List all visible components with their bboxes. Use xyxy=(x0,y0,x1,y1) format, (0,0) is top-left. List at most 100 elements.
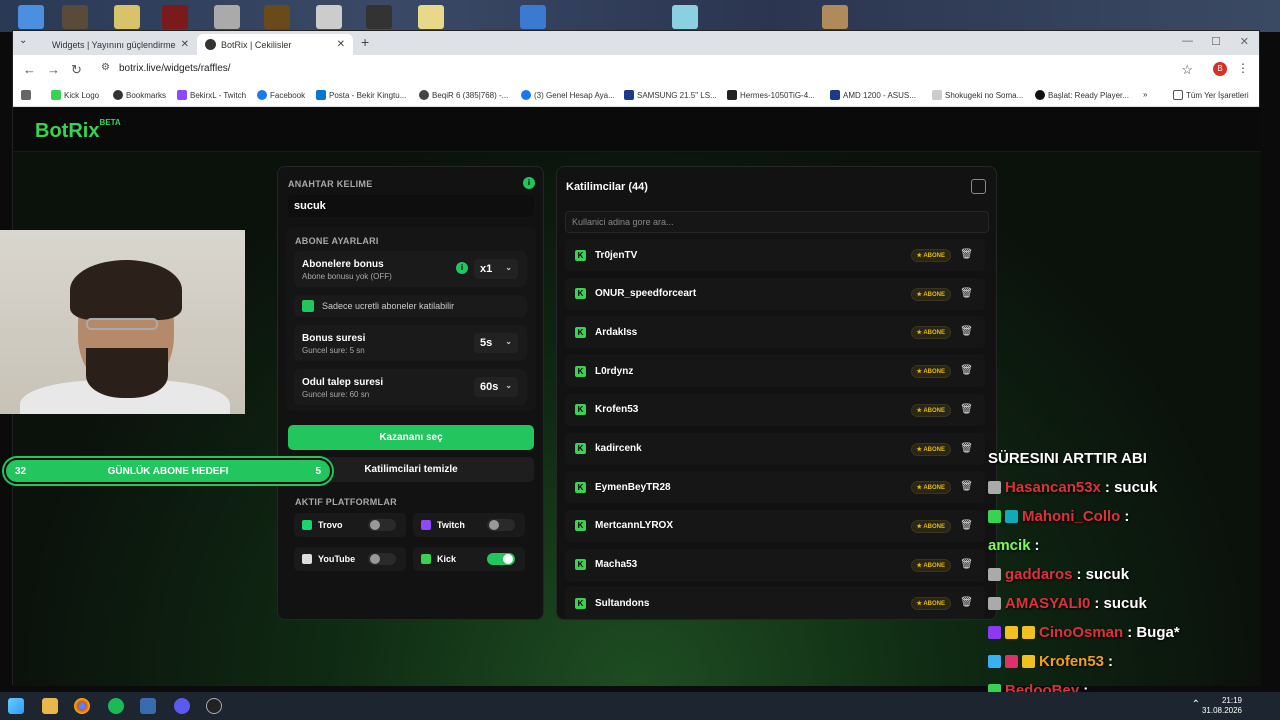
minimize-icon[interactable]: — xyxy=(1182,35,1193,47)
close-icon[interactable]: ✕ xyxy=(181,39,189,50)
sub-goal-bar: 32 GÜNLÜK ABONE HEDEFI 5 xyxy=(4,458,332,484)
desktop-icon[interactable] xyxy=(418,5,444,29)
desktop-icon[interactable] xyxy=(162,5,188,29)
goal-label: GÜNLÜK ABONE HEDEFI xyxy=(107,466,229,477)
copy-icon[interactable] xyxy=(971,179,986,194)
desktop-icon[interactable] xyxy=(18,5,44,29)
subscriber-badge: ★ ABONE xyxy=(910,326,951,340)
trash-icon[interactable]: 🗑 xyxy=(960,559,973,570)
bookmark-star-icon[interactable]: ☆ xyxy=(1181,62,1193,78)
desktop-icon[interactable] xyxy=(316,5,342,29)
claim-time-select[interactable]: 60s ⌄ xyxy=(474,377,518,397)
trash-icon[interactable]: 🗑 xyxy=(960,365,973,376)
kick-toggle[interactable] xyxy=(487,553,515,565)
bookmarks-bar: Kick Logo Bookmarks BekirxL - Twitch Fac… xyxy=(13,85,1259,107)
kick-icon xyxy=(421,554,431,564)
trash-icon[interactable]: 🗑 xyxy=(960,443,973,454)
bonus-time-select[interactable]: 5s ⌄ xyxy=(474,333,518,353)
desktop-icon[interactable] xyxy=(214,5,240,29)
bookmark-item[interactable]: BekirxL - Twitch xyxy=(177,90,246,100)
desktop-icon[interactable] xyxy=(366,5,392,29)
menu-icon[interactable]: ⋮ xyxy=(1237,61,1249,75)
paid-only-label: Sadece ucretli aboneler katilabilir xyxy=(322,301,455,311)
bonus-time-subtitle: Guncel sure: 5 sn xyxy=(302,346,365,355)
info-icon[interactable]: i xyxy=(456,262,468,274)
url-field[interactable]: botrix.live/widgets/raffles/ xyxy=(119,63,231,74)
all-bookmarks-folder[interactable]: Tüm Yer İşaretleri xyxy=(1173,90,1249,100)
desktop-icon[interactable] xyxy=(62,5,88,29)
subscriber-badge: ★ ABONE xyxy=(910,403,951,417)
app-icon[interactable] xyxy=(206,698,222,714)
trash-icon[interactable]: 🗑 xyxy=(960,481,973,492)
desktop-background xyxy=(0,0,1280,32)
platform-trovo: Trovo xyxy=(294,513,406,537)
trash-icon[interactable]: 🗑 xyxy=(960,520,973,531)
more-bookmarks-icon[interactable]: » xyxy=(1143,90,1147,99)
site-info-icon[interactable]: ⚙ xyxy=(101,62,110,73)
trash-icon[interactable]: 🗑 xyxy=(960,326,973,337)
bookmark-item[interactable]: SAMSUNG 21.5" LS... xyxy=(624,90,717,100)
keyword-input[interactable]: sucuk xyxy=(288,195,534,217)
trash-icon[interactable]: 🗑 xyxy=(960,404,973,415)
chrome-icon[interactable] xyxy=(74,698,90,714)
system-clock[interactable]: 21:19 31.08.2026 xyxy=(1202,696,1242,716)
tab-raffles[interactable]: BotRix | Cekilisler ✕ xyxy=(197,34,353,55)
sub-bonus-select[interactable]: x1 ⌄ xyxy=(474,259,518,279)
chat-text: : sucuk xyxy=(1104,479,1158,496)
bookmark-item[interactable]: BeqiR 6 (385|768) -... xyxy=(419,90,508,100)
info-icon[interactable]: i xyxy=(523,177,535,189)
subscriber-badge: ★ ABONE xyxy=(910,558,951,572)
participant-search-input[interactable]: Kullanici adina gore ara... xyxy=(565,211,989,233)
new-tab-icon[interactable]: + xyxy=(361,34,369,50)
close-icon[interactable]: ✕ xyxy=(337,39,345,50)
participant-row: K ArdakIss ★ ABONE 🗑 xyxy=(565,316,985,349)
chat-username: Mahoni_Collo xyxy=(1022,508,1121,525)
tab-list-icon[interactable]: ⌄ xyxy=(19,35,27,46)
youtube-toggle[interactable] xyxy=(368,553,396,565)
twitch-toggle[interactable] xyxy=(487,519,515,531)
participant-name: L0rdynz xyxy=(595,365,634,377)
trash-icon[interactable]: 🗑 xyxy=(960,249,973,260)
desktop-icon[interactable] xyxy=(114,5,140,29)
app-icon[interactable] xyxy=(140,698,156,714)
pick-winner-button[interactable]: Kazananı seç xyxy=(288,425,534,450)
apps-icon[interactable] xyxy=(21,90,31,100)
bookmark-item[interactable]: Kick Logo xyxy=(51,90,99,100)
bookmark-item[interactable]: (3) Genel Hesap Aya... xyxy=(521,90,615,100)
bookmark-item[interactable]: Bookmarks xyxy=(113,90,166,100)
bookmark-item[interactable]: AMD 1200 - ASUS... xyxy=(830,90,916,100)
back-icon[interactable]: ← xyxy=(23,62,36,77)
forward-icon[interactable]: → xyxy=(47,62,60,77)
trovo-toggle[interactable] xyxy=(368,519,396,531)
tab-widgets[interactable]: Widgets | Yayınını güçlendirme ✕ xyxy=(39,34,193,55)
participant-row: K ONUR_speedforceart ★ ABONE 🗑 xyxy=(565,277,985,310)
participant-name: Krofen53 xyxy=(595,404,639,416)
reload-icon[interactable]: ↻ xyxy=(71,62,82,78)
participants-title: Katilimcilar (44) xyxy=(566,181,648,193)
desktop-icon[interactable] xyxy=(264,5,290,29)
bookmark-item[interactable]: Facebook xyxy=(257,90,305,100)
paid-only-checkbox[interactable] xyxy=(302,300,314,312)
spotify-icon[interactable] xyxy=(108,698,124,714)
trash-icon[interactable]: 🗑 xyxy=(960,288,973,299)
chevron-up-icon[interactable]: ⌃ xyxy=(1192,699,1200,710)
bookmark-item[interactable]: Posta - Bekir Kingtu... xyxy=(316,90,406,100)
desktop-icon[interactable] xyxy=(822,5,848,29)
obs-icon[interactable] xyxy=(174,698,190,714)
chat-text: : xyxy=(1108,653,1114,670)
desktop-icon[interactable] xyxy=(672,5,698,29)
desktop-icon[interactable] xyxy=(520,5,546,29)
raffle-settings-panel: ANAHTAR KELIME i sucuk ABONE AYARLARI Ab… xyxy=(277,166,544,620)
profile-avatar[interactable]: B xyxy=(1213,62,1227,76)
chat-badge-icon xyxy=(988,626,1001,639)
bookmark-item[interactable]: Shokugeki no Soma... xyxy=(932,90,1023,100)
botrix-logo[interactable]: BotRixBETA xyxy=(35,118,121,143)
bookmark-item[interactable]: Hermes-1050TiG-4... xyxy=(727,90,815,100)
maximize-icon[interactable]: ☐ xyxy=(1211,35,1221,48)
close-window-icon[interactable]: ✕ xyxy=(1240,35,1249,48)
subscriber-badge: ★ ABONE xyxy=(910,365,951,379)
bookmark-item[interactable]: Başlat: Ready Player... xyxy=(1035,90,1129,100)
trash-icon[interactable]: 🗑 xyxy=(960,597,973,608)
file-explorer-icon[interactable] xyxy=(42,698,58,714)
windows-start-icon[interactable] xyxy=(8,698,24,714)
